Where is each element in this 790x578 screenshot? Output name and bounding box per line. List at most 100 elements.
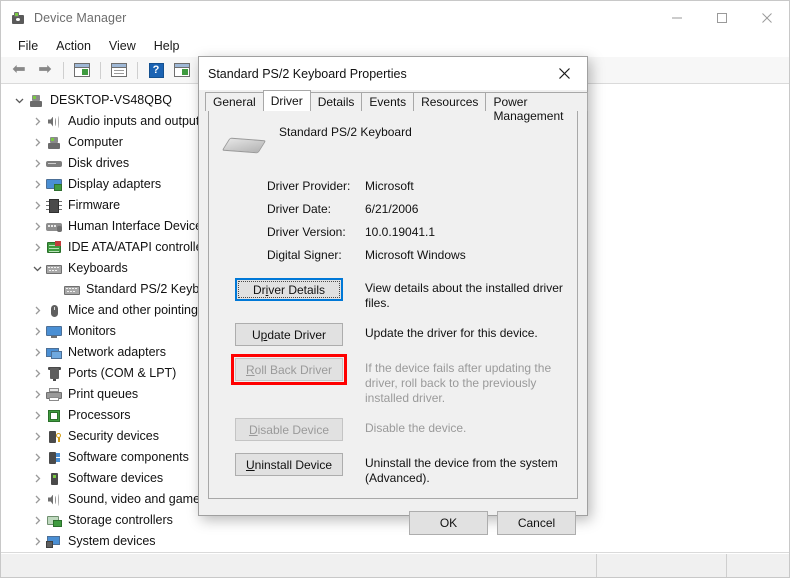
tree-item-label: Security devices <box>68 429 160 444</box>
dialog-title-bar: Standard PS/2 Keyboard Properties <box>199 57 587 90</box>
tree-item-label: Software components <box>68 450 189 465</box>
chevron-right-icon[interactable] <box>29 342 45 363</box>
driver-info-row: Driver Version: 10.0.19041.1 <box>223 225 563 239</box>
uninstall-device-button[interactable]: Uninstall Device <box>235 453 343 476</box>
close-button[interactable] <box>744 1 789 34</box>
tab-events[interactable]: Events <box>361 92 415 111</box>
menu-item-view[interactable]: View <box>100 37 145 55</box>
tab-strip[interactable]: General Driver Details Events Resources Power… <box>199 90 588 123</box>
menu-item-help[interactable]: Help <box>145 37 189 55</box>
chevron-right-icon[interactable] <box>29 531 45 552</box>
chevron-right-icon[interactable] <box>29 153 45 174</box>
button-label: Update Driver <box>251 327 327 342</box>
firmware-chip-icon <box>45 198 63 214</box>
tree-item-label: IDE ATA/ATAPI controllers <box>68 240 213 255</box>
maximize-button[interactable] <box>699 1 744 34</box>
roll-back-driver-button: Roll Back Driver <box>235 358 343 381</box>
system-device-icon <box>45 534 63 550</box>
minimize-button[interactable] <box>654 1 699 34</box>
window-controls <box>654 1 789 34</box>
info-value: Microsoft <box>365 179 414 193</box>
keyboard-icon <box>221 131 267 165</box>
chevron-right-icon[interactable] <box>29 384 45 405</box>
window-title: Device Manager <box>34 10 127 25</box>
driver-tab-panel: Standard PS/2 Keyboard Driver Provider: M… <box>208 110 578 499</box>
button-label: Disable Device <box>248 422 330 437</box>
properties-dialog: Standard PS/2 Keyboard Properties Genera… <box>198 56 588 535</box>
back-icon[interactable]: ⬅ <box>7 59 31 81</box>
tree-item-label: Audio inputs and outputs <box>68 114 206 129</box>
menu-item-file[interactable]: File <box>9 37 47 55</box>
printer-icon <box>45 387 63 403</box>
chevron-right-icon[interactable] <box>29 363 45 384</box>
toolbar-separator <box>137 61 138 79</box>
chevron-right-icon[interactable] <box>29 216 45 237</box>
tree-item-label: Computer <box>68 135 123 150</box>
tab-details[interactable]: Details <box>309 92 363 111</box>
chevron-right-icon[interactable] <box>29 195 45 216</box>
help-icon[interactable]: ? <box>144 59 168 81</box>
tree-item-label: Firmware <box>68 198 121 213</box>
chevron-right-icon[interactable] <box>29 426 45 447</box>
scan-changes-icon[interactable] <box>170 59 194 81</box>
tab-general[interactable]: General <box>205 92 264 111</box>
mouse-icon <box>45 303 63 319</box>
chevron-down-icon[interactable] <box>11 90 27 111</box>
chevron-right-icon[interactable] <box>29 132 45 153</box>
info-label: Driver Version: <box>267 225 346 239</box>
info-label: Digital Signer: <box>267 248 342 262</box>
tab-power-management[interactable]: Power Management <box>485 92 588 123</box>
driver-action-row: Update Driver Update the driver for this … <box>223 323 563 346</box>
info-value: 10.0.19041.1 <box>365 225 436 239</box>
chevron-right-icon[interactable] <box>29 489 45 510</box>
keyboard-icon <box>63 282 81 298</box>
tree-item-label: DESKTOP-VS48QBQ <box>50 93 173 108</box>
chevron-down-icon[interactable] <box>29 258 45 279</box>
forward-icon[interactable]: ➡ <box>33 59 57 81</box>
action-description: If the device fails after updating the d… <box>365 361 552 405</box>
menu-item-action[interactable]: Action <box>47 37 100 55</box>
toolbar-separator <box>100 61 101 79</box>
driver-actions-list: Driver Details View details about the ins… <box>223 278 563 486</box>
chevron-right-icon[interactable] <box>29 447 45 468</box>
chevron-right-icon[interactable] <box>29 300 45 321</box>
chevron-right-icon[interactable] <box>29 405 45 426</box>
driver-details-button[interactable]: Driver Details <box>235 278 343 301</box>
tree-item-label: Processors <box>68 408 131 423</box>
driver-info-row: Driver Date: 6/21/2006 <box>223 202 563 216</box>
tree-item-label: Software devices <box>68 471 164 486</box>
driver-action-row: Driver Details View details about the ins… <box>223 278 563 311</box>
tree-item-label: Disk drives <box>68 156 130 171</box>
properties-icon[interactable] <box>70 59 94 81</box>
chevron-right-icon[interactable] <box>29 111 45 132</box>
tree-item-label: Human Interface Devices <box>68 219 209 234</box>
update-driver-icon[interactable] <box>107 59 131 81</box>
disk-drive-icon <box>45 156 63 172</box>
chevron-right-icon[interactable] <box>29 510 45 531</box>
tree-item-label: Monitors <box>68 324 116 339</box>
software-component-icon <box>45 450 63 466</box>
tab-driver[interactable]: Driver <box>262 90 311 111</box>
device-name: Standard PS/2 Keyboard <box>279 125 412 139</box>
chevron-right-icon[interactable] <box>29 237 45 258</box>
tab-resources[interactable]: Resources <box>413 92 487 111</box>
focus-outline <box>238 281 340 298</box>
info-value: Microsoft Windows <box>365 248 466 262</box>
chevron-right-icon[interactable] <box>29 321 45 342</box>
cancel-button[interactable]: Cancel <box>497 511 576 535</box>
dialog-close-button[interactable] <box>542 57 587 90</box>
update-driver-button[interactable]: Update Driver <box>235 323 343 346</box>
network-adapter-icon <box>45 345 63 361</box>
dialog-footer: OK Cancel <box>199 499 587 547</box>
chevron-right-icon[interactable] <box>29 174 45 195</box>
info-label: Driver Date: <box>267 202 332 216</box>
status-text <box>1 554 597 577</box>
ok-button[interactable]: OK <box>409 511 488 535</box>
tree-item-label: Storage controllers <box>68 513 173 528</box>
hid-icon <box>45 219 63 235</box>
ide-controller-icon <box>45 240 63 256</box>
status-segment-2 <box>597 554 727 577</box>
chevron-right-icon[interactable] <box>29 468 45 489</box>
speaker-icon <box>45 114 63 130</box>
